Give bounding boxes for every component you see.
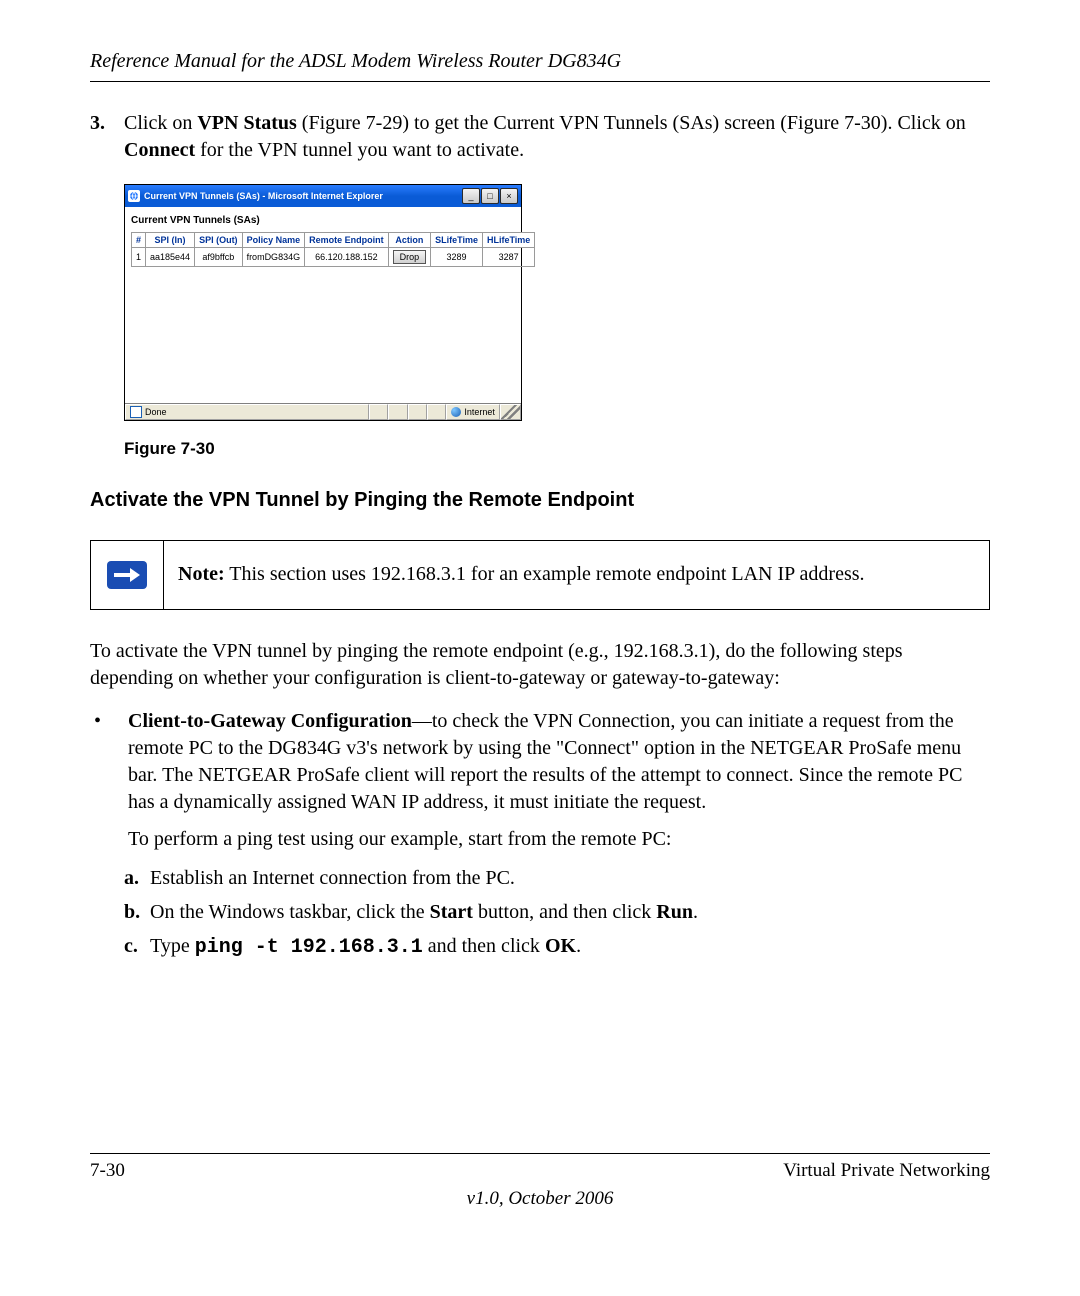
note-box: Note: This section uses 192.168.3.1 for … — [90, 540, 990, 610]
note-bold: Note: — [178, 563, 225, 585]
cell-action: Drop — [388, 248, 431, 267]
paragraph-ping: To perform a ping test using our example… — [128, 826, 990, 853]
note-icon-cell — [91, 541, 164, 609]
cell-endpoint: 66.120.188.152 — [305, 248, 389, 267]
ie-title-text: Current VPN Tunnels (SAs) - Microsoft In… — [144, 191, 462, 201]
note-text: Note: This section uses 192.168.3.1 for … — [164, 541, 879, 609]
figure-caption: Figure 7-30 — [124, 439, 990, 459]
col-spi-out: SPI (Out) — [195, 233, 243, 248]
step-body: Click on VPN Status (Figure 7-29) to get… — [124, 110, 990, 164]
vpn-section-title: Current VPN Tunnels (SAs) — [131, 215, 515, 226]
text: . — [576, 935, 581, 957]
table-row: 1 aa185e44 af9bffcb fromDG834G 66.120.18… — [132, 248, 535, 267]
text: and then click — [423, 935, 545, 957]
vpn-tunnels-table: # SPI (In) SPI (Out) Policy Name Remote … — [131, 232, 535, 267]
substep-text: Establish an Internet connection from th… — [150, 867, 515, 889]
col-num: # — [132, 233, 146, 248]
paragraph-intro: To activate the VPN tunnel by pinging th… — [90, 638, 990, 692]
ie-empty-area — [131, 267, 515, 397]
done-icon — [130, 406, 142, 418]
page-footer: 7-30 Virtual Private Networking v1.0, Oc… — [90, 1153, 990, 1210]
col-action: Action — [388, 233, 431, 248]
substep-c: c.Type ping -t 192.168.3.1 and then clic… — [124, 931, 990, 963]
bullet-client-gateway: • Client-to-Gateway Configuration—to che… — [90, 708, 990, 853]
status-blank — [388, 404, 407, 420]
text: Click on — [124, 112, 197, 134]
maximize-button[interactable]: □ — [481, 188, 499, 204]
cell-num: 1 — [132, 248, 146, 267]
col-spi-in: SPI (In) — [146, 233, 195, 248]
run-bold: Run — [656, 901, 693, 923]
internet-icon — [451, 407, 461, 417]
substep-label: a. — [124, 863, 150, 893]
ie-content: Current VPN Tunnels (SAs) # SPI (In) SPI… — [125, 207, 521, 403]
substep-label: b. — [124, 897, 150, 927]
substep-b: b.On the Windows taskbar, click the Star… — [124, 897, 990, 927]
drop-button[interactable]: Drop — [393, 250, 427, 264]
start-bold: Start — [430, 901, 473, 923]
status-zone: Internet — [446, 404, 500, 420]
cell-spi-in: aa185e44 — [146, 248, 195, 267]
bullet-dot: • — [90, 708, 128, 853]
ie-icon — [128, 190, 140, 202]
cell-policy: fromDG834G — [242, 248, 305, 267]
text: On the Windows taskbar, click the — [150, 901, 430, 923]
bullet-bold: Client-to-Gateway Configuration — [128, 710, 412, 732]
ie-window: Current VPN Tunnels (SAs) - Microsoft In… — [124, 184, 522, 421]
substep-label: c. — [124, 931, 150, 961]
note-body: This section uses 192.168.3.1 for an exa… — [225, 563, 865, 585]
footer-rule — [90, 1153, 990, 1154]
page-header-title: Reference Manual for the ADSL Modem Wire… — [90, 50, 990, 73]
ie-titlebar: Current VPN Tunnels (SAs) - Microsoft In… — [125, 185, 521, 207]
text: . — [693, 901, 698, 923]
status-blank — [408, 404, 427, 420]
figure-7-30: Current VPN Tunnels (SAs) - Microsoft In… — [124, 184, 990, 459]
chapter-name: Virtual Private Networking — [783, 1160, 990, 1182]
col-policy: Policy Name — [242, 233, 305, 248]
text: (Figure 7-29) to get the Current VPN Tun… — [297, 112, 966, 134]
arrow-icon — [107, 561, 147, 589]
resize-grip[interactable] — [500, 404, 521, 420]
status-zone-text: Internet — [464, 407, 495, 417]
header-rule — [90, 81, 990, 82]
col-endpoint: Remote Endpoint — [305, 233, 389, 248]
ok-bold: OK — [545, 935, 576, 957]
ping-command: ping -t 192.168.3.1 — [195, 936, 423, 959]
vpn-status-bold: VPN Status — [197, 112, 296, 134]
cell-slife: 3289 — [431, 248, 483, 267]
text: button, and then click — [473, 901, 656, 923]
subheading-activate: Activate the VPN Tunnel by Pinging the R… — [90, 489, 990, 512]
text: Type — [150, 935, 195, 957]
col-slife: SLifeTime — [431, 233, 483, 248]
col-hlife: HLifeTime — [482, 233, 534, 248]
ie-statusbar: Done Internet — [125, 403, 521, 420]
step-number: 3. — [90, 110, 124, 164]
doc-version: v1.0, October 2006 — [90, 1188, 990, 1210]
connect-bold: Connect — [124, 139, 195, 161]
substep-a: a.Establish an Internet connection from … — [124, 863, 990, 893]
cell-spi-out: af9bffcb — [195, 248, 243, 267]
minimize-button[interactable]: _ — [462, 188, 480, 204]
status-done: Done — [125, 404, 369, 420]
cell-hlife: 3287 — [482, 248, 534, 267]
status-blank — [427, 404, 446, 420]
status-done-text: Done — [145, 407, 167, 417]
close-button[interactable]: × — [500, 188, 518, 204]
page-number: 7-30 — [90, 1160, 125, 1182]
text: for the VPN tunnel you want to activate. — [195, 139, 524, 161]
step-3: 3. Click on VPN Status (Figure 7-29) to … — [90, 110, 990, 164]
bullet-body: Client-to-Gateway Configuration—to check… — [128, 708, 990, 853]
status-blank — [369, 404, 388, 420]
